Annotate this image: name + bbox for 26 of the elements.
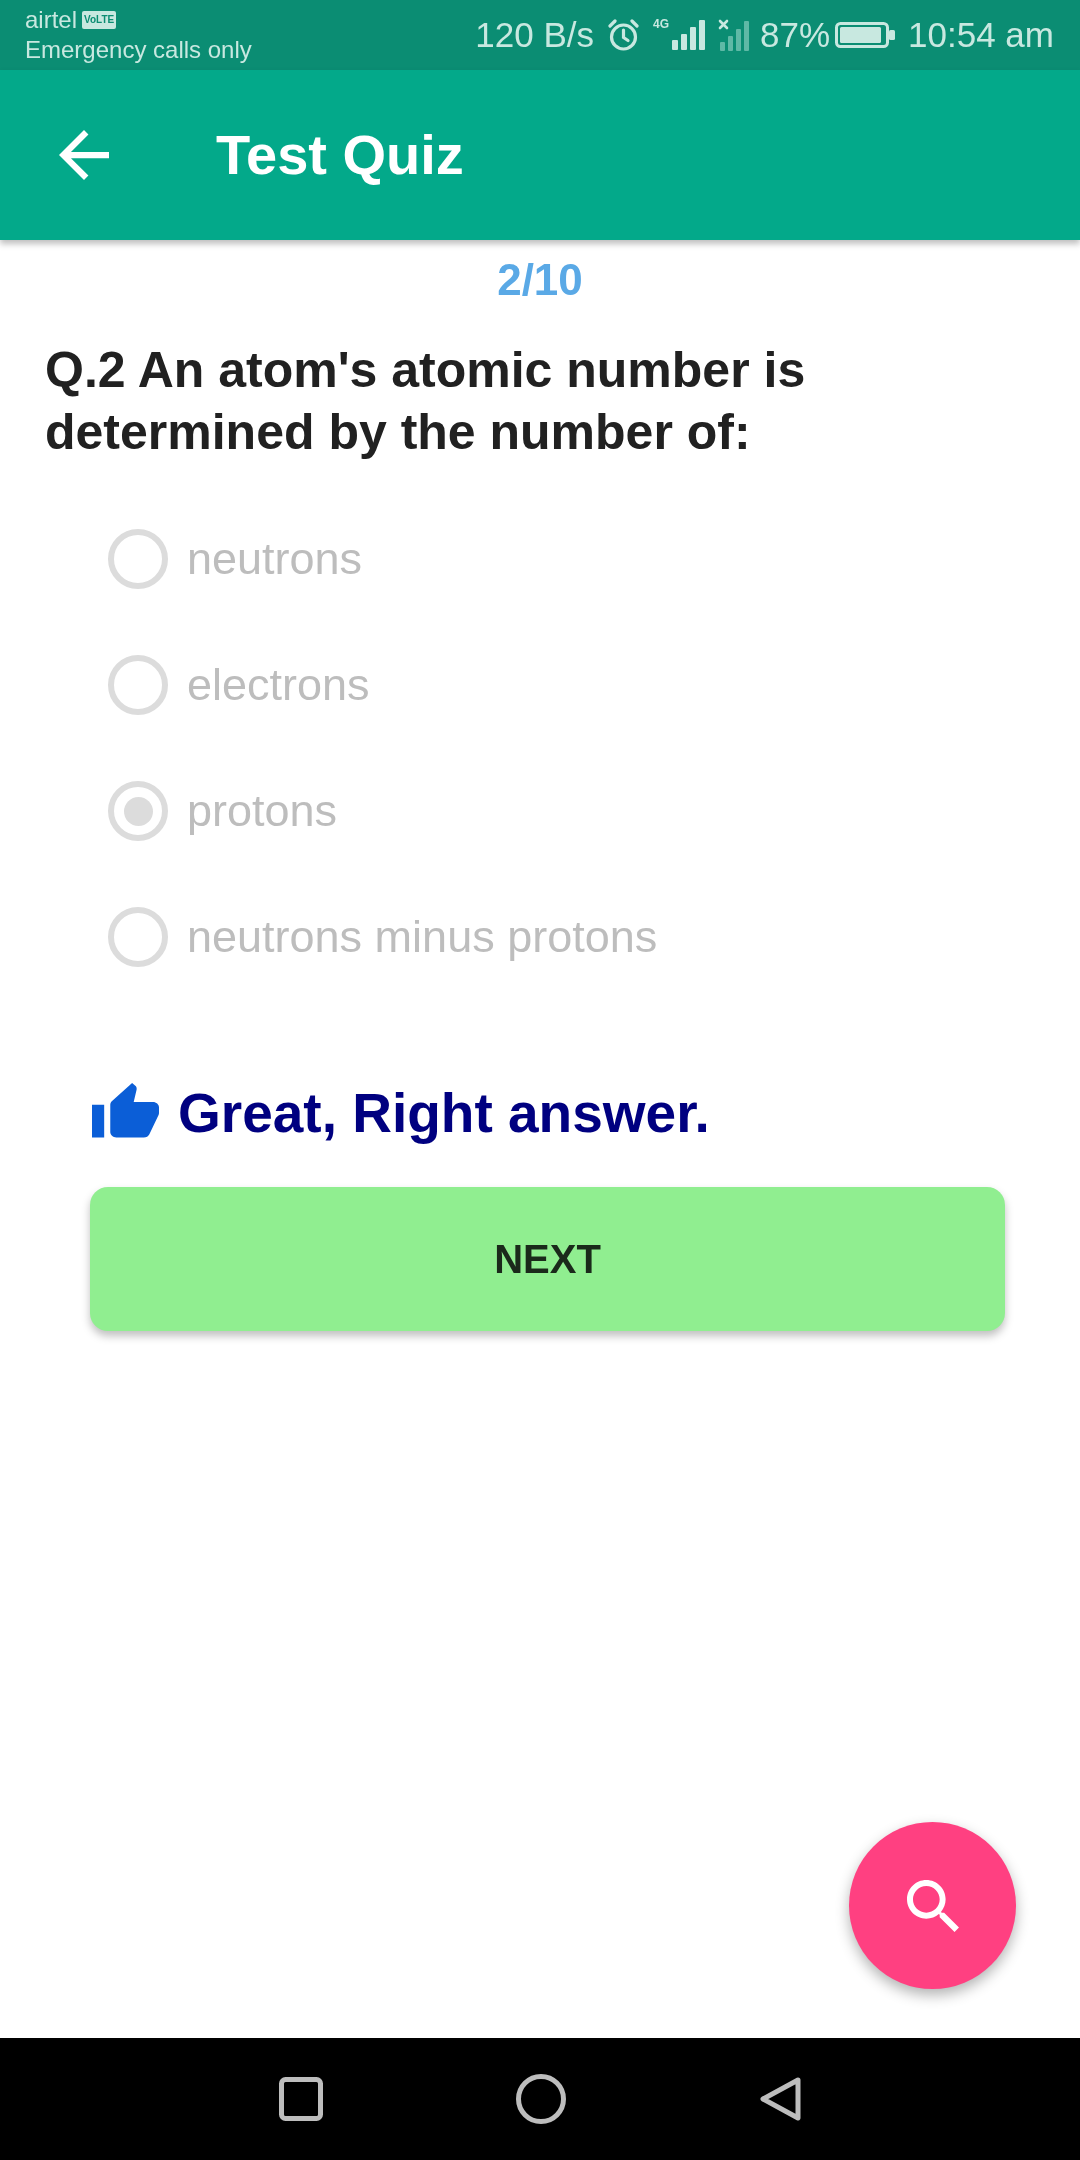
screen-title: Test Quiz [216,123,464,187]
volte-badge: VoLTE [82,11,117,29]
option-label: protons [187,784,338,838]
option-label: neutrons [187,532,363,586]
alarm-icon [607,18,640,52]
nav-back-icon[interactable] [758,2076,802,2122]
next-button[interactable]: NEXT [90,1187,1005,1331]
clock-time: 10:54 am [908,15,1054,55]
back-arrow-icon[interactable] [59,130,109,180]
question-text: Q.2 An atom's atomic number is determined by the number of: [45,341,807,462]
battery-icon [835,22,896,48]
no-signal-icon [718,19,752,51]
feedback-message: Great, Right answer. [178,1081,710,1145]
home-icon[interactable] [515,2074,566,2124]
search-button[interactable] [849,1822,1016,1989]
search-icon [906,1879,959,1932]
option-label: electrons [187,658,370,712]
data-speed: 120 B/s [475,15,594,55]
signal-bars-icon [672,20,706,50]
network-type-label: 4G [653,18,669,31]
option-label: neutrons minus protons [187,910,658,964]
battery-percent: 87% [760,15,831,55]
carrier-status: Emergency calls only [25,35,252,65]
recents-icon[interactable] [278,2077,323,2121]
question-counter: 2/10 [497,258,583,302]
carrier-name: airtel [25,5,78,35]
